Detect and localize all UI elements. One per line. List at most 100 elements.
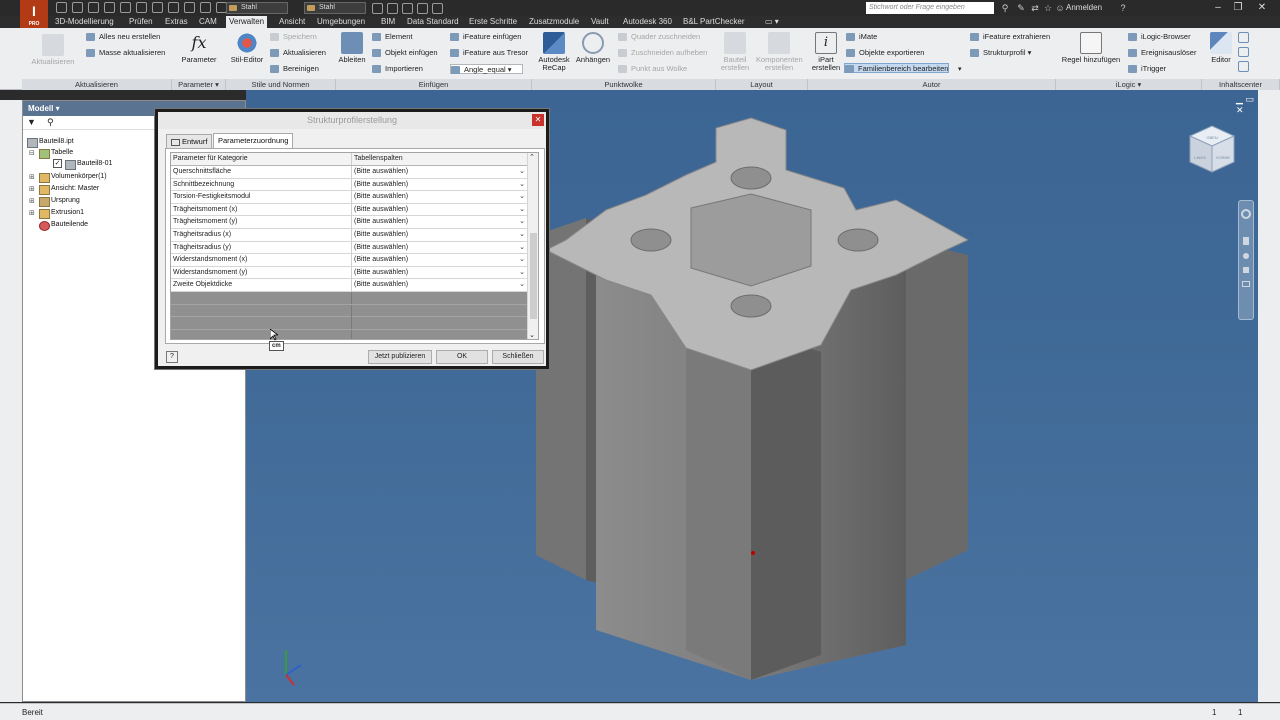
ableiten-button[interactable]: Ableiten xyxy=(336,32,368,64)
regel-hinzufuegen-button[interactable]: Regel hinzufügen xyxy=(1058,32,1124,64)
komponenten-erstellen-button[interactable]: Komponenten erstellen xyxy=(756,32,803,72)
quader-zuschneiden-button[interactable]: Quader zuschneiden xyxy=(618,32,700,42)
tree-item-ansicht-master[interactable]: Ansicht: Master xyxy=(39,184,99,195)
dialog-close-button[interactable]: ✕ xyxy=(532,114,544,126)
dropdown-arrow-icon[interactable]: ⌄ xyxy=(519,229,525,241)
cc-tool-1-icon[interactable] xyxy=(1238,32,1249,43)
help-icon[interactable]: ? xyxy=(1118,3,1128,13)
ilogic-browser-button[interactable]: iLogic-Browser xyxy=(1128,32,1191,42)
ipart-erstellen-button[interactable]: i iPart erstellen xyxy=(810,32,842,72)
speichern-button[interactable]: Speichern xyxy=(270,32,317,42)
expander-icon[interactable]: ⊞ xyxy=(29,185,35,193)
editor-button[interactable]: Editor xyxy=(1206,32,1236,64)
save-icon[interactable] xyxy=(88,2,99,13)
pen-icon[interactable] xyxy=(417,3,428,14)
material-select[interactable]: Stahl xyxy=(226,2,288,14)
column-select[interactable]: (Bitte auswählen) ⌄ xyxy=(351,279,527,292)
scroll-up-icon[interactable]: ⌃ xyxy=(529,153,535,161)
dropdown-arrow-icon[interactable]: ⌄ xyxy=(519,254,525,266)
measure-icon[interactable] xyxy=(200,2,211,13)
expander-icon[interactable]: ⊞ xyxy=(29,209,35,217)
objekte-exportieren-button[interactable]: Objekte exportieren xyxy=(846,48,924,58)
column-select[interactable]: (Bitte auswählen) ⌄ xyxy=(351,191,527,204)
tab-autodesk-360[interactable]: Autodesk 360 xyxy=(620,16,675,28)
bauteil-erstellen-button[interactable]: Bauteil erstellen xyxy=(716,32,754,72)
tree-item-volumenkoerper[interactable]: Volumenkörper(1) xyxy=(39,172,107,183)
stil-editor-button[interactable]: Stil-Editor xyxy=(228,32,266,64)
tree-item-tabelle[interactable]: Tabelle xyxy=(39,148,73,159)
row-checkbox[interactable]: ✓ xyxy=(53,159,62,168)
column-select[interactable]: (Bitte auswählen) ⌄ xyxy=(351,216,527,229)
tab-3d-modellierung[interactable]: 3D-Modellierung xyxy=(52,16,117,28)
tree-item-extrusion1[interactable]: Extrusion1 xyxy=(39,208,84,219)
tab-vault[interactable]: Vault xyxy=(588,16,612,28)
scrollbar-thumb[interactable] xyxy=(530,233,537,319)
imate-button[interactable]: iMate xyxy=(846,32,877,42)
scroll-down-icon[interactable]: ⌄ xyxy=(529,331,535,339)
cc-tool-2-icon[interactable] xyxy=(1238,46,1249,58)
redo-icon[interactable] xyxy=(120,2,131,13)
select-icon[interactable] xyxy=(168,2,179,13)
tab-options-icon[interactable]: ▭ ▾ xyxy=(762,16,782,28)
login-link[interactable]: Anmelden xyxy=(1066,3,1102,12)
familienbereich-dropdown-icon[interactable]: ▾ xyxy=(958,65,962,73)
steering-wheel-icon[interactable] xyxy=(1241,209,1251,219)
ereignisausloeser-button[interactable]: Ereignisauslöser xyxy=(1128,48,1196,58)
orbit-icon[interactable] xyxy=(1243,267,1249,273)
recap-button[interactable]: Autodesk ReCap xyxy=(536,32,572,72)
tab-extras[interactable]: Extras xyxy=(162,16,191,28)
element-button[interactable]: Element xyxy=(372,32,413,42)
open-icon[interactable] xyxy=(72,2,83,13)
tab-cam[interactable]: CAM xyxy=(196,16,220,28)
ifeature-extrahieren-button[interactable]: iFeature extrahieren xyxy=(970,32,1050,42)
pan-icon[interactable] xyxy=(1243,237,1249,245)
importieren-button[interactable]: Importieren xyxy=(372,64,423,74)
close-button[interactable]: Schließen xyxy=(492,350,544,364)
viewport-menu-icon[interactable]: ▁ ▭ ✕ xyxy=(1236,94,1258,116)
tab-bl-partchecker[interactable]: B&L PartChecker xyxy=(680,16,748,28)
dialog-title-bar[interactable]: Strukturprofilerstellung ✕ xyxy=(158,112,546,129)
column-select[interactable]: (Bitte auswählen) ⌄ xyxy=(351,178,527,191)
fx-icon[interactable] xyxy=(402,3,413,14)
binoculars-icon[interactable]: ⚲ xyxy=(47,117,54,128)
tab-pruefen[interactable]: Prüfen xyxy=(126,16,156,28)
dropdown-arrow-icon[interactable]: ⌄ xyxy=(519,166,525,178)
tab-verwalten[interactable]: Verwalten xyxy=(226,16,268,28)
appearance-select[interactable]: Stahl xyxy=(304,2,366,14)
ifeature-select[interactable]: Angle_equal ▾ xyxy=(450,64,523,74)
column-select[interactable]: (Bitte auswählen) ⌄ xyxy=(351,229,527,241)
tab-data-standard[interactable]: Data Standard xyxy=(404,16,462,28)
tree-item-ursprung[interactable]: Ursprung xyxy=(39,196,80,207)
undo-icon[interactable] xyxy=(104,2,115,13)
expander-icon[interactable]: ⊟ xyxy=(29,149,35,157)
cc-tool-3-icon[interactable] xyxy=(1238,61,1249,73)
tab-bim[interactable]: BIM xyxy=(378,16,398,28)
properties-icon[interactable] xyxy=(184,2,195,13)
ifeature-einfuegen-button[interactable]: iFeature einfügen xyxy=(450,32,521,42)
column-select[interactable]: (Bitte auswählen) ⌄ xyxy=(351,203,527,216)
tab-parameterzuordnung[interactable]: Parameterzuordnung xyxy=(213,133,294,149)
dropdown-arrow-icon[interactable]: ⌄ xyxy=(519,279,525,291)
panel-parameter[interactable]: Parameter ▾ xyxy=(172,79,226,90)
adjust-icon[interactable] xyxy=(387,3,398,14)
column-select[interactable]: (Bitte auswählen) ⌄ xyxy=(351,241,527,254)
dropdown-arrow-icon[interactable]: ⌄ xyxy=(519,242,525,254)
zoom-icon[interactable] xyxy=(1243,253,1249,259)
search-input[interactable]: Stichwort oder Frage eingeben xyxy=(866,2,994,14)
zuschneiden-aufheben-button[interactable]: Zuschneiden aufheben xyxy=(618,48,707,58)
clear-appearance-icon[interactable] xyxy=(372,3,383,14)
tab-umgebungen[interactable]: Umgebungen xyxy=(314,16,368,28)
app-logo[interactable]: I PRO xyxy=(20,0,48,28)
look-at-icon[interactable] xyxy=(1242,281,1250,287)
objekt-einfuegen-button[interactable]: Objekt einfügen xyxy=(372,48,438,58)
dropdown-arrow-icon[interactable]: ⌄ xyxy=(519,179,525,191)
bereinigen-button[interactable]: Bereinigen xyxy=(270,64,319,74)
expander-icon[interactable]: ⊞ xyxy=(29,197,35,205)
punkt-aus-wolke-button[interactable]: Punkt aus Wolke xyxy=(618,64,687,74)
restore-button[interactable]: ❐ xyxy=(1228,1,1248,15)
parameter-button[interactable]: fx Parameter xyxy=(176,32,222,64)
itrigger-button[interactable]: iTrigger xyxy=(1128,64,1166,74)
column-header-tabellenspalten[interactable]: Tabellenspalten xyxy=(351,153,527,165)
tab-zusatzmodule[interactable]: Zusatzmodule xyxy=(526,16,582,28)
viewcube[interactable]: OBEN LINKS VORNE xyxy=(1186,122,1238,178)
